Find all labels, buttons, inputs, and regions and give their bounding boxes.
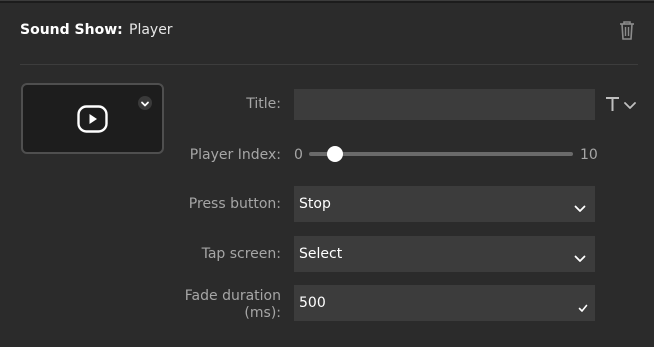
chevron-down-icon	[574, 199, 586, 212]
press-button-label: Press button:	[188, 196, 281, 212]
chevron-down-icon	[574, 249, 586, 262]
title-label: Title:	[246, 96, 281, 112]
slider-min-label: 0	[294, 147, 303, 163]
fade-duration-value: 500	[299, 295, 326, 311]
fade-duration-input[interactable]: 500	[294, 285, 595, 321]
fade-duration-label-line2: (ms):	[244, 305, 281, 321]
tap-screen-value: Select	[299, 246, 343, 262]
panel-title: Sound Show:	[20, 22, 123, 38]
chevron-down-icon[interactable]	[138, 96, 152, 110]
player-index-slider-track[interactable]	[309, 152, 573, 156]
panel-subtitle: Player	[129, 22, 173, 38]
sound-show-panel: Sound Show: Player Title: Player Index: …	[0, 0, 654, 347]
slider-max-label: 10	[580, 147, 598, 163]
play-circle-icon	[77, 105, 108, 133]
title-input[interactable]	[294, 89, 595, 120]
tap-screen-select[interactable]: Select	[294, 236, 595, 272]
player-preview-tile[interactable]	[21, 83, 164, 154]
tap-screen-label: Tap screen:	[201, 246, 281, 262]
press-button-value: Stop	[299, 196, 331, 212]
trash-icon[interactable]	[617, 19, 637, 41]
player-index-label: Player Index:	[189, 147, 281, 163]
press-button-select[interactable]: Stop	[294, 186, 595, 222]
divider	[20, 64, 638, 65]
top-strip	[0, 1, 654, 3]
fade-duration-label: Fade duration (ms):	[185, 288, 281, 322]
text-format-icon[interactable]	[604, 94, 638, 114]
checkmark-icon[interactable]	[578, 298, 588, 312]
fade-duration-label-line1: Fade duration	[184, 288, 281, 304]
player-index-slider-thumb[interactable]	[327, 146, 344, 162]
